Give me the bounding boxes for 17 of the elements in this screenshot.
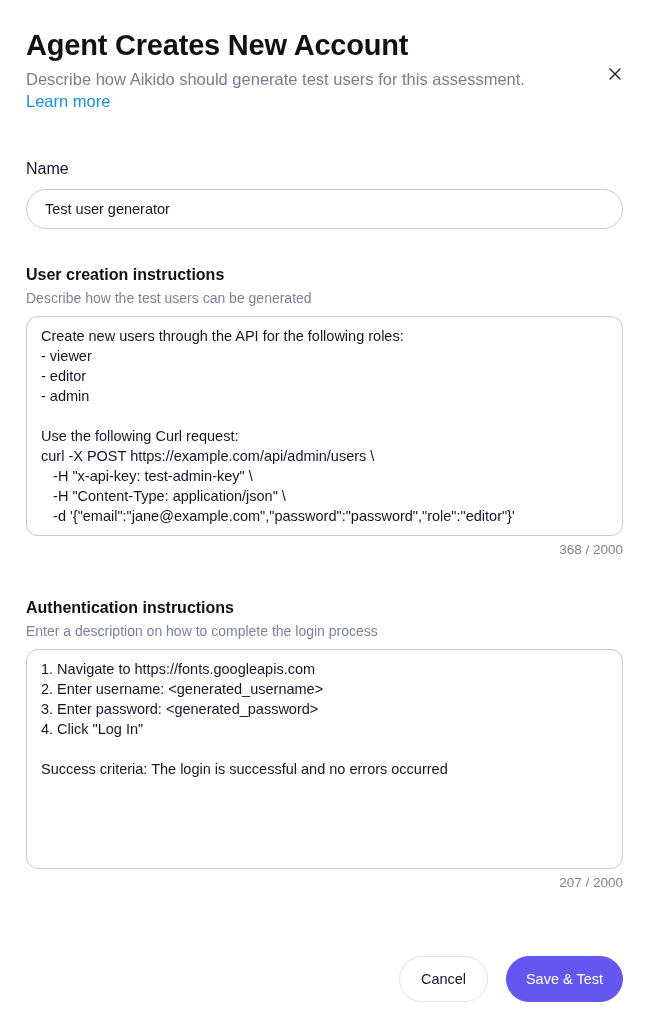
save-test-button[interactable]: Save & Test <box>506 956 623 1002</box>
field-label: User creation instructions <box>26 265 225 285</box>
textarea-field[interactable]: 1. Navigate to https://fonts.googleapis.com 2. Enter username: <generated_username> 3. Enter password: <generated_password> 4. Click "Log In" Success criteria: The login is successful and no errors occurred <box>26 649 623 869</box>
cancel-button[interactable]: Cancel <box>399 956 488 1002</box>
close-icon <box>609 68 621 80</box>
field-hint: Enter a description on how to complete the login process <box>26 622 378 640</box>
text-input-field[interactable]: Test user generator <box>26 189 623 229</box>
dialog-title: Agent Creates New Account <box>26 28 410 62</box>
textarea-field[interactable]: Create new users through the API for the following roles: - viewer - editor - admin Use the following Curl request: curl -X POST https://example.com/api/admin/users \ -H "x-api-key: test-admin-key" \ -H "Content-Type: application/json" \ -d '{"email":"jane@example.com","password":"password","role":"editor"}' <box>26 316 623 536</box>
dialog-description: Describe how Aikido should generate test users for this assessment. Learn more <box>26 69 526 112</box>
field-hint: Describe how the test users can be generated <box>26 289 312 307</box>
character-counter: 207 / 2000 <box>559 874 623 892</box>
close-button[interactable] <box>607 66 623 82</box>
field-label: Name <box>26 159 69 179</box>
learn-more-link[interactable]: Learn more <box>26 92 111 110</box>
character-counter: 368 / 2000 <box>559 541 623 559</box>
field-label: Authentication instructions <box>26 598 234 618</box>
